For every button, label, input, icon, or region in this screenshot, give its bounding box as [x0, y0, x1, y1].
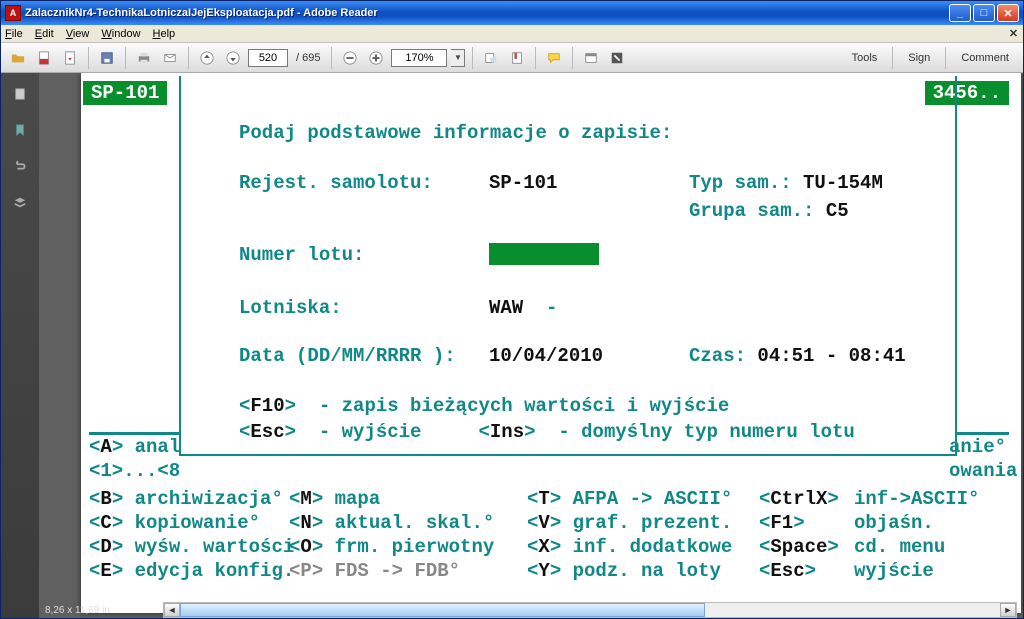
minus-icon [343, 51, 357, 65]
arrow-up-icon [200, 51, 214, 65]
envelope-icon [163, 51, 177, 65]
airports-label: Lotniska: [239, 296, 489, 320]
scroll-thumb[interactable] [180, 603, 705, 617]
command-menu: <B> archiwizacja° <M> mapa <T> AFPA -> A… [89, 487, 1019, 583]
page-number-input[interactable] [248, 49, 288, 67]
airports-value: WAW [489, 297, 523, 319]
peek-right-line2: owania [949, 459, 1019, 483]
pdf-arrow-icon [63, 51, 77, 65]
navigation-panel [1, 73, 39, 618]
menubar: File Edit View Window Help ✕ [1, 25, 1023, 43]
snapshot-icon [484, 51, 498, 65]
open-file-button[interactable] [7, 47, 29, 69]
reg-value: SP-101 [489, 171, 659, 195]
window-title: ZalacznikNr4-TechnikaLotniczaIJejEksploa… [25, 7, 949, 19]
type-value: TU-154M [803, 172, 883, 194]
menu-view[interactable]: View [66, 28, 90, 40]
attachments-panel-button[interactable] [9, 155, 31, 177]
fullscreen-button[interactable] [606, 47, 628, 69]
workspace: SP-101 3456.. Podaj podstawowe informacj… [1, 73, 1023, 618]
close-button[interactable]: ✕ [997, 4, 1019, 22]
floppy-icon [100, 51, 114, 65]
minimize-button[interactable]: _ [949, 4, 971, 22]
read-mode-button[interactable] [580, 47, 602, 69]
paperclip-icon [13, 159, 27, 173]
menu-file[interactable]: File [5, 28, 23, 40]
zoom-dropdown[interactable]: ▼ [451, 49, 465, 67]
folder-icon [11, 51, 25, 65]
horizontal-scrollbar[interactable]: ◄ ► [163, 602, 1017, 618]
zoom-out-button[interactable] [339, 47, 361, 69]
email-button[interactable] [159, 47, 181, 69]
reg-label: Rejest. samolotu: [239, 171, 489, 195]
printer-icon [137, 51, 151, 65]
save-button[interactable] [96, 47, 118, 69]
sign-link[interactable]: Sign [908, 52, 930, 64]
peek-right-line1: anie° [949, 435, 1019, 459]
page-dimensions-readout: 8,26 x 11,69 in [45, 605, 110, 616]
zoom-in-button[interactable] [365, 47, 387, 69]
bookmark-toggle-button[interactable] [506, 47, 528, 69]
read-mode-icon [584, 51, 598, 65]
hint-f10: <F10> - zapis bieżących wartości i wyjśc… [239, 394, 1021, 418]
group-label: Grupa sam.: [689, 200, 814, 222]
page-thumbnail-icon [13, 87, 27, 101]
bookmark-icon [510, 51, 524, 65]
scroll-left-button[interactable]: ◄ [164, 603, 180, 617]
type-label: Typ sam.: [689, 172, 792, 194]
form-heading: Podaj podstawowe informacje o zapisie: [239, 121, 672, 145]
time-value: 04:51 - 08:41 [757, 345, 905, 367]
menu-help[interactable]: Help [153, 28, 176, 40]
bookmark-ribbon-icon [13, 123, 27, 137]
toolbar: / 695 ▼ Tools Sign Commen [1, 43, 1023, 73]
fullscreen-icon [610, 51, 624, 65]
page-down-button[interactable] [222, 47, 244, 69]
time-label: Czas: [689, 345, 746, 367]
menu-window[interactable]: Window [101, 28, 140, 40]
peek-left-line1: <A> anal [89, 435, 187, 459]
adobe-reader-icon: A [5, 5, 21, 21]
menubar-close-button[interactable]: ✕ [1006, 26, 1021, 40]
tools-link[interactable]: Tools [852, 52, 878, 64]
status-left-tag: SP-101 [83, 81, 167, 105]
page-viewport[interactable]: SP-101 3456.. Podaj podstawowe informacj… [39, 73, 1023, 618]
thumbnails-panel-button[interactable] [9, 83, 31, 105]
flightnum-input[interactable] [489, 243, 599, 265]
maximize-button[interactable]: □ [973, 4, 995, 22]
comment-link[interactable]: Comment [961, 52, 1009, 64]
date-value: 10/04/2010 [489, 344, 659, 368]
plus-icon [369, 51, 383, 65]
bookmarks-panel-button[interactable] [9, 119, 31, 141]
scroll-right-button[interactable]: ► [1000, 603, 1016, 617]
layers-icon [13, 195, 27, 209]
print-button[interactable] [133, 47, 155, 69]
flightnum-label: Numer lotu: [239, 243, 489, 272]
page-up-button[interactable] [196, 47, 218, 69]
page-total-sep: / 695 [296, 52, 320, 64]
zoom-level-input[interactable] [391, 49, 447, 67]
window-titlebar: A ZalacznikNr4-TechnikaLotniczaIJejEkspl… [1, 1, 1023, 25]
date-label: Data (DD/MM/RRRR ): [239, 344, 489, 368]
comment-balloon-button[interactable] [543, 47, 565, 69]
speech-bubble-icon [547, 51, 561, 65]
pdf-page-content: SP-101 3456.. Podaj podstawowe informacj… [81, 73, 1021, 613]
layers-panel-button[interactable] [9, 191, 31, 213]
menu-edit[interactable]: Edit [35, 28, 54, 40]
scroll-track[interactable] [180, 603, 1000, 617]
status-right-tag: 3456.. [925, 81, 1009, 105]
create-pdf-button[interactable] [59, 47, 81, 69]
snapshot-button[interactable] [480, 47, 502, 69]
arrow-down-icon [226, 51, 240, 65]
group-value: C5 [826, 200, 849, 222]
pdf-doc-icon [37, 51, 51, 65]
peek-left-line2: <1>...<8 [89, 459, 187, 483]
export-pdf-button[interactable] [33, 47, 55, 69]
